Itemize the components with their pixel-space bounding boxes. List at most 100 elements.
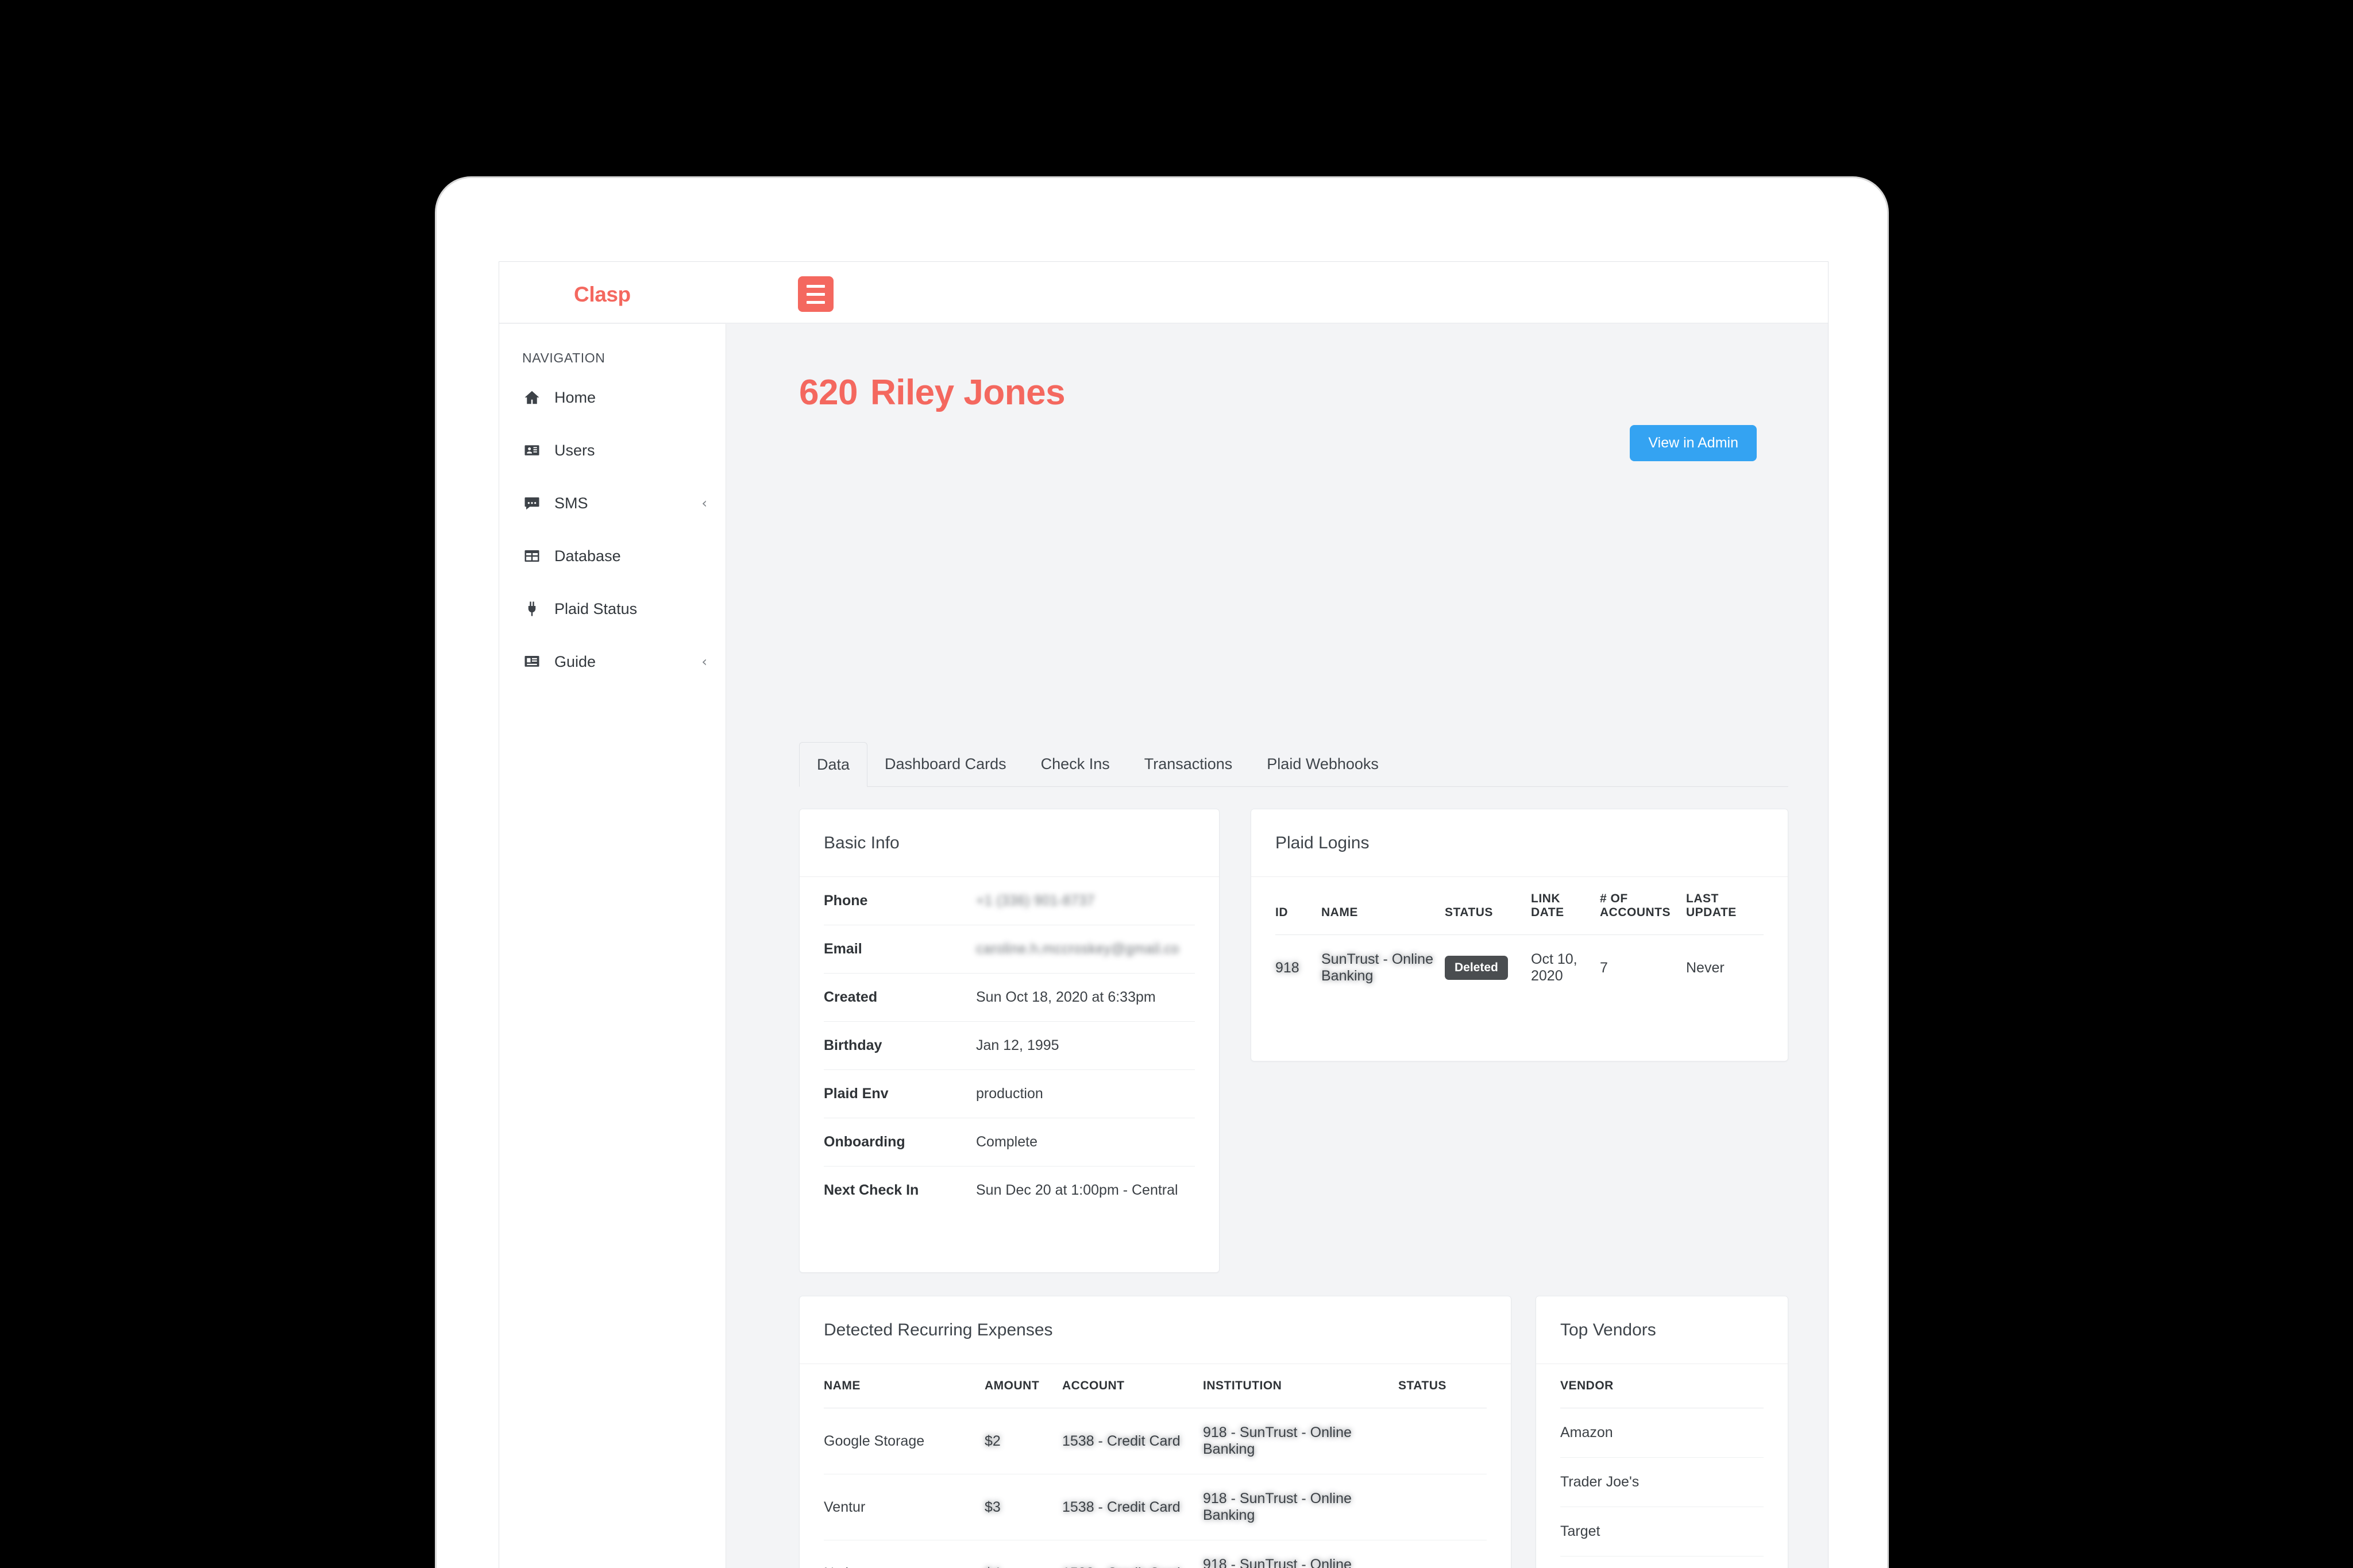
table-row: Birthday Jan 12, 1995: [824, 1022, 1195, 1070]
sidebar-item-sms[interactable]: SMS ‹: [499, 477, 726, 530]
chevron-left-icon[interactable]: ‹: [701, 655, 707, 669]
table-header-row: ID NAME STATUS LINK DATE # OF ACCOUNTS L…: [1275, 877, 1764, 935]
tab-plaid-webhooks[interactable]: Plaid Webhooks: [1249, 742, 1396, 786]
cell-vendor: Trader Joe's: [1560, 1458, 1764, 1507]
row-value: Sun Oct 18, 2020 at 6:33pm: [976, 974, 1195, 1022]
sidebar-item-label: Database: [554, 547, 621, 565]
row-value: Sun Dec 20 at 1:00pm - Central: [976, 1167, 1195, 1215]
sidebar-item-database[interactable]: Database: [499, 530, 726, 582]
cell-name: Ventur: [824, 1474, 985, 1540]
cell-status: Deleted: [1445, 935, 1531, 1001]
row-key: Plaid Env: [824, 1070, 976, 1118]
tab-transactions[interactable]: Transactions: [1127, 742, 1250, 786]
basic-info-table: Phone +1 (336) 901-8737 Email caroline.h…: [824, 877, 1195, 1214]
basic-info-body: Phone +1 (336) 901-8737 Email caroline.h…: [800, 877, 1219, 1214]
cell-status: [1398, 1540, 1487, 1568]
col-status: STATUS: [1445, 877, 1531, 935]
row-value: +1 (336) 901-8737: [976, 877, 1195, 925]
sidebar-item-plaid-status[interactable]: Plaid Status: [499, 582, 726, 635]
table-row[interactable]: Target: [1560, 1507, 1764, 1557]
sidebar-heading: NAVIGATION: [522, 350, 605, 366]
tab-dashboard-cards[interactable]: Dashboard Cards: [867, 742, 1024, 786]
sidebar-item-label: SMS: [554, 495, 588, 512]
cell-last-update: Never: [1686, 935, 1764, 1001]
row-key: Onboarding: [824, 1118, 976, 1167]
table-row: Plaid Env production: [824, 1070, 1195, 1118]
view-in-admin-button[interactable]: View in Admin: [1630, 425, 1757, 461]
cell-amount: $3: [985, 1474, 1062, 1540]
tab-data[interactable]: Data: [799, 742, 867, 787]
cell-id: 918: [1275, 935, 1321, 1001]
cell-institution: 918 - SunTrust - Online Banking: [1203, 1408, 1398, 1474]
col-name: NAME: [824, 1364, 985, 1408]
col-status: STATUS: [1398, 1364, 1487, 1408]
top-vendors-title: Top Vendors: [1536, 1296, 1788, 1364]
table-row[interactable]: Google Storage $2 1538 - Credit Card 918…: [824, 1408, 1487, 1474]
row-value: Jan 12, 1995: [976, 1022, 1195, 1070]
sidebar-item-label: Home: [554, 389, 596, 407]
col-name: NAME: [1321, 877, 1445, 935]
table-row[interactable]: Amazon: [1560, 1408, 1764, 1458]
browser-viewport: Clasp NAVIGATION Home: [499, 261, 1829, 1568]
table-row: Next Check In Sun Dec 20 at 1:00pm - Cen…: [824, 1167, 1195, 1215]
id-card-icon: [522, 441, 542, 460]
cell-name: SunTrust - Online Banking: [1321, 935, 1445, 1001]
sidebar-item-label: Guide: [554, 653, 596, 671]
cell-institution: 918 - SunTrust - Online Banking: [1203, 1474, 1398, 1540]
top-vendors-table: VENDOR Amazon Trader Joe's Target Uber S…: [1560, 1364, 1764, 1568]
row-key: Phone: [824, 877, 976, 925]
record-name: Riley Jones: [870, 373, 1065, 412]
plaid-logins-title: Plaid Logins: [1251, 809, 1788, 877]
row-key: Birthday: [824, 1022, 976, 1070]
brand-logo[interactable]: Clasp: [574, 283, 631, 307]
sidebar-item-users[interactable]: Users: [499, 424, 726, 477]
table-row[interactable]: 918 SunTrust - Online Banking Deleted Oc…: [1275, 935, 1764, 1001]
row-value: caroline.h.mccroskey@gmail.co: [976, 925, 1195, 974]
table-row[interactable]: Nytimes $4 1538 - Credit Card 918 - SunT…: [824, 1540, 1487, 1568]
cell-amount: $2: [985, 1408, 1062, 1474]
col-id: ID: [1275, 877, 1321, 935]
sidebar-item-label: Users: [554, 442, 595, 459]
plug-icon: [522, 599, 542, 619]
chevron-left-icon[interactable]: ‹: [701, 496, 707, 510]
status-badge: Deleted: [1445, 956, 1508, 980]
tablet-device-frame: Clasp NAVIGATION Home: [437, 178, 1887, 1568]
cell-account: 1538 - Credit Card: [1062, 1408, 1203, 1474]
tab-bar: Data Dashboard Cards Check Ins Transacti…: [799, 742, 1788, 787]
plaid-logins-table: ID NAME STATUS LINK DATE # OF ACCOUNTS L…: [1275, 877, 1764, 1001]
page-title: 620Riley Jones: [799, 372, 1065, 413]
cell-account: 1538 - Credit Card: [1062, 1474, 1203, 1540]
table-row: Email caroline.h.mccroskey@gmail.co: [824, 925, 1195, 974]
row-key: Created: [824, 974, 976, 1022]
table-row[interactable]: Trader Joe's: [1560, 1458, 1764, 1507]
table-grid-icon: [522, 546, 542, 566]
chat-bubble-icon: [522, 493, 542, 513]
cell-vendor: Target: [1560, 1507, 1764, 1557]
col-last-update: LAST UPDATE: [1686, 877, 1764, 935]
sidebar-item-guide[interactable]: Guide ‹: [499, 635, 726, 688]
hamburger-icon[interactable]: [798, 276, 834, 312]
cell-vendor: Uber: [1560, 1557, 1764, 1568]
col-vendor: VENDOR: [1560, 1364, 1764, 1408]
cell-status: [1398, 1474, 1487, 1540]
table-row: Phone +1 (336) 901-8737: [824, 877, 1195, 925]
tab-check-ins[interactable]: Check Ins: [1024, 742, 1127, 786]
top-vendors-card: Top Vendors VENDOR Amazon Trader Joe's T…: [1536, 1296, 1788, 1568]
plaid-logins-body: ID NAME STATUS LINK DATE # OF ACCOUNTS L…: [1251, 877, 1788, 1001]
main-content: 620Riley Jones View in Admin Data Dashbo…: [727, 324, 1829, 1568]
table-row[interactable]: Uber: [1560, 1557, 1764, 1568]
hamburger-bar: [807, 285, 825, 288]
app-top-bar: Clasp: [499, 262, 1828, 323]
hamburger-bar: [807, 293, 825, 296]
row-value: Complete: [976, 1118, 1195, 1167]
sidebar-item-label: Plaid Status: [554, 600, 637, 618]
cell-link-date: Oct 10, 2020: [1531, 935, 1600, 1001]
table-row[interactable]: Ventur $3 1538 - Credit Card 918 - SunTr…: [824, 1474, 1487, 1540]
row-key: Next Check In: [824, 1167, 976, 1215]
basic-info-title: Basic Info: [800, 809, 1219, 877]
cell-name: Google Storage: [824, 1408, 985, 1474]
table-header-row: VENDOR: [1560, 1364, 1764, 1408]
sidebar-item-home[interactable]: Home: [499, 371, 726, 424]
cell-num-accounts: 7: [1600, 935, 1686, 1001]
sidebar: NAVIGATION Home Users: [499, 324, 726, 1568]
